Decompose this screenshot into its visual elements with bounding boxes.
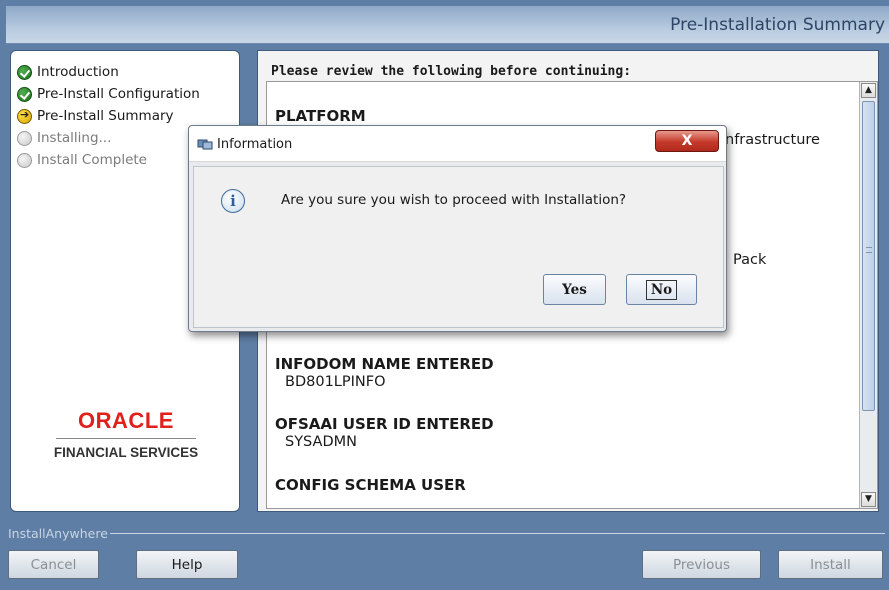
- scroll-thumb[interactable]: [862, 101, 875, 411]
- scroll-up-arrow-icon[interactable]: ▲: [861, 83, 876, 98]
- oracle-logo: ORACLE FINANCIAL SERVICES: [11, 408, 241, 460]
- grip-icon: [866, 247, 872, 253]
- info-icon: i: [221, 189, 245, 213]
- infodom-value: BD801LPINFO: [285, 374, 386, 390]
- summary-content: PLATFORM: [275, 107, 855, 125]
- review-instruction: Please review the following before conti…: [271, 64, 632, 79]
- infodom-heading: INFODOM NAME ENTERED: [275, 355, 494, 373]
- step-label: Installing...: [37, 130, 112, 146]
- install-button[interactable]: Install: [778, 550, 883, 579]
- information-dialog: Information X i Are you sure you wish to…: [188, 125, 727, 332]
- java-app-icon: [197, 139, 213, 150]
- step-label: Introduction: [37, 64, 119, 80]
- step-label: Pre-Install Configuration: [37, 86, 200, 102]
- no-button[interactable]: No: [626, 274, 697, 305]
- scroll-down-arrow-icon[interactable]: ▼: [861, 492, 876, 507]
- yes-button[interactable]: Yes: [543, 274, 606, 305]
- check-circle-icon: [17, 64, 32, 80]
- page-title: Pre-Installation Summary: [670, 15, 885, 35]
- check-circle-icon: [17, 86, 32, 102]
- help-button[interactable]: Help: [136, 550, 238, 579]
- dialog-title: Information: [217, 137, 293, 152]
- pack-value-partial: Pack: [733, 252, 767, 268]
- platform-heading: PLATFORM: [275, 107, 366, 125]
- step-install-complete: Install Complete: [17, 149, 200, 171]
- oracle-wordmark: ORACLE: [78, 408, 174, 433]
- step-pre-install-configuration: Pre-Install Configuration: [17, 83, 200, 105]
- step-label: Install Complete: [37, 152, 147, 168]
- no-button-label: No: [645, 279, 678, 300]
- userid-heading: OFSAAI USER ID ENTERED: [275, 415, 494, 433]
- arrow-circle-icon: [17, 108, 32, 124]
- platform-value-partial: nfrastructure: [725, 132, 820, 148]
- installanywhere-label: InstallAnywhere: [8, 526, 108, 541]
- userid-value: SYSADMN: [285, 434, 357, 450]
- dialog-titlebar[interactable]: Information X: [189, 126, 726, 162]
- vertical-scrollbar[interactable]: ▲ ▼: [859, 82, 877, 508]
- close-button[interactable]: X: [655, 130, 719, 152]
- step-label: Pre-Install Summary: [37, 108, 174, 124]
- oracle-subtitle: FINANCIAL SERVICES: [53, 445, 199, 460]
- footer-divider: [110, 533, 885, 534]
- empty-circle-icon: [17, 130, 32, 146]
- empty-circle-icon: [17, 152, 32, 168]
- previous-button[interactable]: Previous: [642, 550, 761, 579]
- step-introduction: Introduction: [17, 61, 200, 83]
- installer-header: Pre-Installation Summary: [6, 6, 889, 44]
- dialog-body: i Are you sure you wish to proceed with …: [193, 166, 724, 328]
- steps-list: Introduction Pre-Install Configuration P…: [17, 61, 200, 171]
- config-schema-heading: CONFIG SCHEMA USER: [275, 476, 466, 494]
- cancel-button[interactable]: Cancel: [8, 550, 99, 579]
- step-pre-install-summary: Pre-Install Summary: [17, 105, 200, 127]
- logo-divider: [56, 438, 196, 439]
- dialog-message: Are you sure you wish to proceed with In…: [281, 192, 627, 208]
- step-installing: Installing...: [17, 127, 200, 149]
